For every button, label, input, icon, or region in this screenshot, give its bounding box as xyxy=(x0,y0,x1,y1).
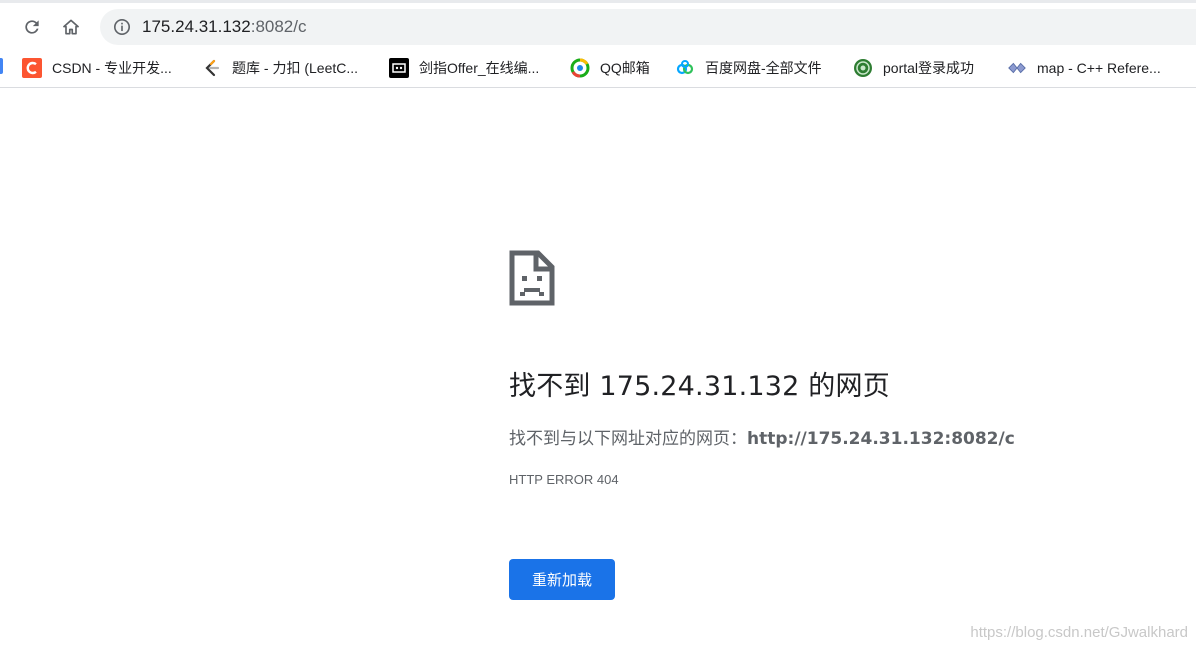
url-host: 175.24.31.132 xyxy=(142,17,251,36)
portal-icon xyxy=(853,58,873,78)
error-url: http://175.24.31.132:8082/c xyxy=(747,429,1015,449)
bookmark-cplusplus[interactable]: map - C++ Refere... xyxy=(1007,56,1161,80)
bookmark-qqmail[interactable]: QQ邮箱 xyxy=(570,56,650,80)
error-code: HTTP ERROR 404 xyxy=(509,472,619,487)
error-description: 找不到与以下网址对应的网页：http://175.24.31.132:8082/… xyxy=(509,424,1015,449)
browser-toolbar: 175.24.31.132:8082/c xyxy=(0,0,1196,48)
url-path: :8082/c xyxy=(250,17,307,36)
reload-page-button[interactable]: 重新加载 xyxy=(509,559,615,600)
reload-icon xyxy=(25,20,39,34)
error-description-text: 找不到与以下网址对应的网页： xyxy=(509,429,747,449)
bookmark-portal[interactable]: portal登录成功 xyxy=(853,56,974,80)
error-title: 找不到 175.24.31.132 的网页 xyxy=(509,371,890,402)
cplusplus-icon xyxy=(1007,58,1027,78)
bookmarks-bar: CSDN - 专业开发... 题库 - 力扣 (LeetC... 剑指Offer… xyxy=(0,48,1196,88)
sad-page-icon xyxy=(509,250,555,306)
nowcoder-icon xyxy=(389,58,409,78)
qqmail-icon xyxy=(570,58,590,78)
watermark: https://blog.csdn.net/GJwalkhard xyxy=(970,624,1188,641)
baidupan-icon xyxy=(675,58,695,78)
home-button[interactable] xyxy=(57,13,85,41)
address-bar[interactable]: 175.24.31.132:8082/c xyxy=(100,9,1196,45)
leetcode-icon xyxy=(202,58,222,78)
bookmark-leetcode[interactable]: 题库 - 力扣 (LeetC... xyxy=(202,56,358,80)
reload-button[interactable] xyxy=(18,13,46,41)
bookmark-nowcoder[interactable]: 剑指Offer_在线编... xyxy=(389,56,539,80)
bookmark-overflow-edge xyxy=(0,58,3,74)
bookmark-csdn[interactable]: CSDN - 专业开发... xyxy=(22,56,172,80)
bookmark-baidupan[interactable]: 百度网盘-全部文件 xyxy=(675,56,822,80)
info-icon[interactable] xyxy=(112,17,132,37)
home-icon xyxy=(63,19,79,35)
csdn-icon xyxy=(22,58,42,78)
